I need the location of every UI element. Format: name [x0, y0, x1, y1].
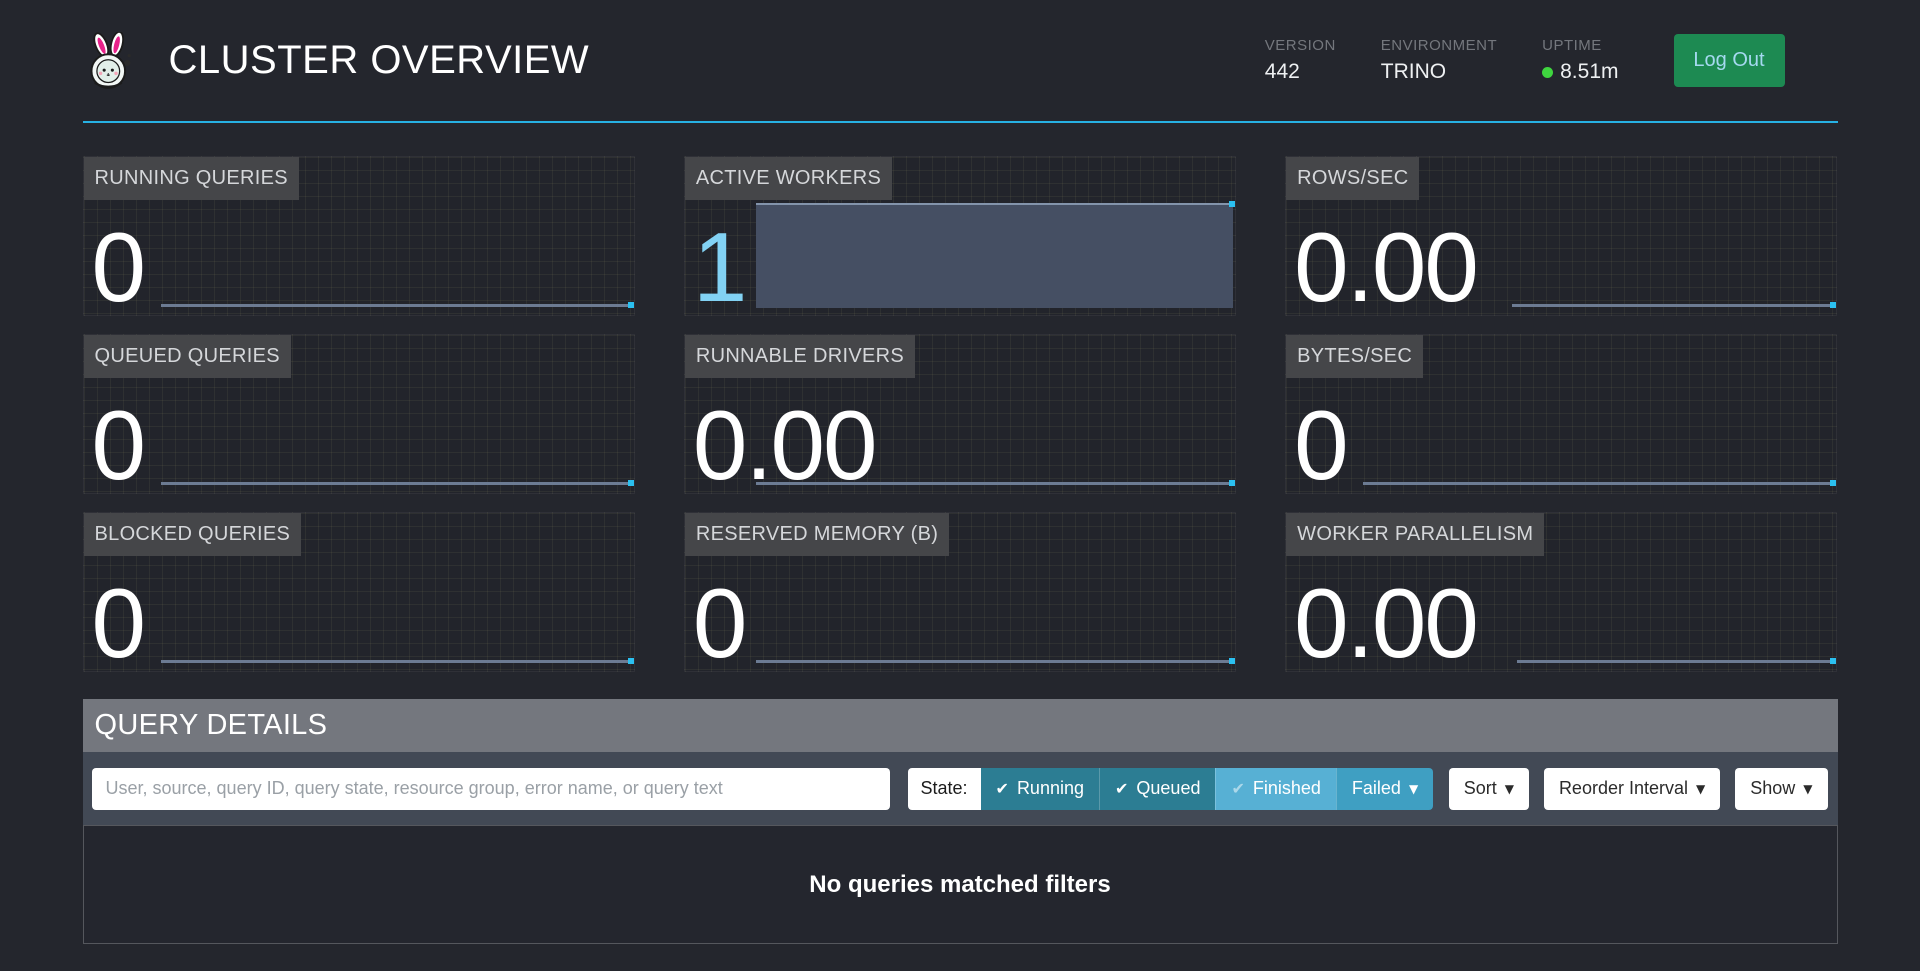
stat-card-active-workers: ACTIVE WORKERS 1 [684, 156, 1236, 316]
empty-state-message: No queries matched filters [809, 871, 1110, 899]
environment-value: TRINO [1381, 60, 1497, 84]
sparkline-series [161, 660, 632, 663]
sort-button-label: Sort [1464, 778, 1497, 799]
check-icon: ✔ [1231, 779, 1244, 798]
stat-value: 0 [693, 585, 746, 661]
state-filter-label: State: [908, 768, 981, 810]
cluster-meta: VERSION 442 ENVIRONMENT TRINO UPTIME 8.5… [1265, 37, 1619, 84]
sparkline-series [161, 304, 632, 307]
state-button-label: Queued [1136, 778, 1200, 799]
page-title: CLUSTER OVERVIEW [169, 38, 590, 83]
stat-label: ACTIVE WORKERS [685, 157, 892, 200]
stat-value: 0.00 [693, 407, 876, 483]
sparkline-dot-icon [1229, 201, 1235, 207]
sparkline-series [756, 203, 1233, 308]
query-details-section: QUERY DETAILS State: ✔ Running ✔ Queued … [83, 699, 1838, 944]
stat-value: 0 [1294, 407, 1347, 483]
chevron-down-icon: ▼ [1803, 782, 1812, 796]
check-icon: ✔ [996, 779, 1009, 798]
stat-value: 0 [92, 407, 145, 483]
sparkline-series [161, 482, 632, 485]
sort-dropdown-button[interactable]: Sort ▼ [1449, 768, 1529, 810]
stat-card-runnable-drivers: RUNNABLE DRIVERS 0.00 [684, 334, 1236, 494]
environment-label: ENVIRONMENT [1381, 37, 1497, 54]
sparkline-dot-icon [1229, 658, 1235, 664]
uptime-status-dot-icon [1542, 67, 1553, 78]
version-label: VERSION [1265, 37, 1336, 54]
uptime-text: 8.51m [1560, 60, 1618, 84]
trino-bunny-logo-icon [83, 32, 139, 92]
state-filter-running[interactable]: ✔ Running [981, 768, 1099, 810]
sparkline-dot-icon [1830, 480, 1836, 486]
sparkline-dot-icon [628, 658, 634, 664]
sparkline-series [1512, 304, 1835, 307]
reorder-interval-dropdown-button[interactable]: Reorder Interval ▼ [1544, 768, 1720, 810]
query-details-header: QUERY DETAILS [83, 699, 1838, 752]
sparkline-dot-icon [1229, 480, 1235, 486]
state-filter-group: State: ✔ Running ✔ Queued ✔ Finished Fai… [908, 768, 1434, 810]
state-button-label: Finished [1253, 778, 1321, 799]
sparkline-series [1363, 482, 1834, 485]
uptime-value: 8.51m [1542, 60, 1618, 84]
header: CLUSTER OVERVIEW VERSION 442 ENVIRONMENT… [83, 0, 1838, 123]
stat-label: WORKER PARALLELISM [1286, 513, 1544, 556]
sparkline-series [1517, 660, 1834, 663]
query-filter-toolbar: State: ✔ Running ✔ Queued ✔ Finished Fai… [83, 752, 1838, 825]
stat-value: 0.00 [1294, 585, 1477, 661]
cluster-stats-grid: RUNNING QUERIES 0 ACTIVE WORKERS 1 ROWS/… [83, 156, 1838, 672]
stat-card-blocked-queries: BLOCKED QUERIES 0 [83, 512, 635, 672]
show-button-label: Show [1750, 778, 1795, 799]
stat-card-reserved-memory: RESERVED MEMORY (B) 0 [684, 512, 1236, 672]
stat-value: 0 [92, 229, 145, 305]
chevron-down-icon: ▼ [1505, 782, 1514, 796]
sparkline-dot-icon [628, 302, 634, 308]
state-filter-queued[interactable]: ✔ Queued [1099, 768, 1215, 810]
show-dropdown-button[interactable]: Show ▼ [1735, 768, 1827, 810]
query-results-panel: No queries matched filters [83, 825, 1838, 944]
chevron-down-icon: ▼ [1696, 782, 1705, 796]
stat-label: BYTES/SEC [1286, 335, 1423, 378]
state-button-label: Failed [1352, 778, 1401, 799]
query-search-input[interactable] [92, 768, 890, 810]
version-value: 442 [1265, 60, 1336, 84]
sparkline-series [756, 660, 1233, 663]
state-filter-finished[interactable]: ✔ Finished [1215, 768, 1335, 810]
meta-uptime: UPTIME 8.51m [1542, 37, 1618, 84]
stat-card-bytes-sec: BYTES/SEC 0 [1285, 334, 1837, 494]
reorder-interval-button-label: Reorder Interval [1559, 778, 1688, 799]
state-filter-failed-dropdown[interactable]: Failed ▼ [1336, 768, 1433, 810]
stat-value: 1 [693, 229, 746, 305]
logout-button[interactable]: Log Out [1674, 34, 1785, 87]
uptime-label: UPTIME [1542, 37, 1618, 54]
stat-card-worker-parallelism: WORKER PARALLELISM 0.00 [1285, 512, 1837, 672]
cluster-overview-page: CLUSTER OVERVIEW VERSION 442 ENVIRONMENT… [83, 0, 1838, 944]
stat-label: ROWS/SEC [1286, 157, 1419, 200]
sparkline-dot-icon [628, 480, 634, 486]
stat-value: 0 [92, 585, 145, 661]
stat-label: RUNNING QUERIES [84, 157, 299, 200]
meta-environment: ENVIRONMENT TRINO [1381, 37, 1497, 84]
stat-label: RUNNABLE DRIVERS [685, 335, 915, 378]
stat-card-queued-queries: QUEUED QUERIES 0 [83, 334, 635, 494]
meta-version: VERSION 442 [1265, 37, 1336, 84]
stat-card-rows-sec: ROWS/SEC 0.00 [1285, 156, 1837, 316]
sparkline-dot-icon [1830, 302, 1836, 308]
sparkline-dot-icon [1830, 658, 1836, 664]
stat-value: 0.00 [1294, 229, 1477, 305]
stat-card-running-queries: RUNNING QUERIES 0 [83, 156, 635, 316]
stat-label: BLOCKED QUERIES [84, 513, 302, 556]
state-button-label: Running [1017, 778, 1084, 799]
chevron-down-icon: ▼ [1409, 782, 1418, 796]
stat-label: RESERVED MEMORY (B) [685, 513, 949, 556]
stat-label: QUEUED QUERIES [84, 335, 291, 378]
check-icon: ✔ [1115, 779, 1128, 798]
